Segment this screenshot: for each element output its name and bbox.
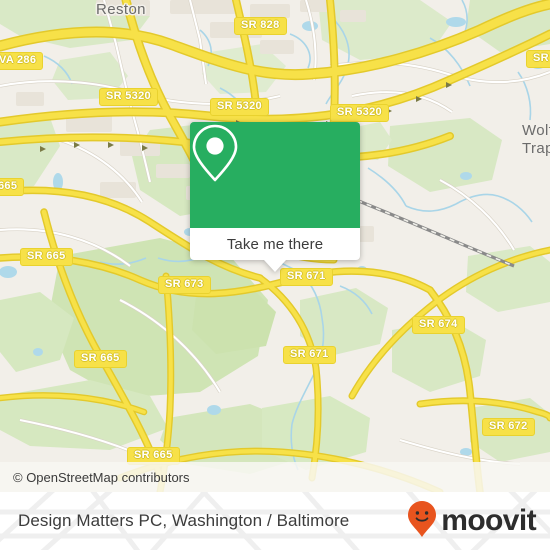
moovit-brand[interactable]: moovit [407, 492, 537, 550]
location-popup-card[interactable]: Take me there [190, 122, 360, 272]
road-shield[interactable]: SR 7 [526, 50, 550, 68]
road-shield[interactable]: SR 672 [482, 418, 535, 436]
road-shield[interactable]: SR 665 [74, 350, 127, 368]
page-title: Design Matters PC, Washington / Baltimor… [18, 492, 349, 550]
road-shield[interactable]: 665 [0, 178, 25, 196]
place-label-trap: Trap [522, 140, 550, 157]
place-label-wolf: Wolf [522, 122, 550, 139]
road-shield[interactable]: SR 5320 [99, 88, 158, 106]
moovit-map-screenshot: Reston Wolf Trap SR 828 SR 7 VA 286 SR 5… [0, 0, 550, 550]
map-canvas[interactable]: Reston Wolf Trap SR 828 SR 7 VA 286 SR 5… [0, 0, 550, 492]
take-me-there-label: Take me there [226, 235, 324, 253]
bottom-bar: Design Matters PC, Washington / Baltimor… [0, 492, 550, 550]
road-shield[interactable]: SR 665 [20, 248, 73, 266]
road-shield[interactable]: SR 671 [280, 268, 333, 286]
page-title-text: Design Matters PC, Washington / Baltimor… [18, 511, 350, 530]
road-shield[interactable]: SR 673 [158, 276, 211, 294]
road-shield[interactable]: SR 674 [412, 316, 465, 334]
popup-pointer [264, 260, 286, 272]
road-shield[interactable]: SR 5320 [330, 104, 389, 122]
osm-attribution-text: © OpenStreetMap contributors [13, 469, 190, 485]
road-shield[interactable]: SR 828 [234, 17, 287, 35]
popup-header [190, 122, 360, 228]
road-shield[interactable]: VA 286 [0, 52, 44, 70]
map-attribution: © OpenStreetMap contributors [0, 462, 550, 492]
road-shield[interactable]: SR 671 [283, 346, 336, 364]
place-label-reston: Reston [96, 1, 146, 18]
moovit-wordmark: moovit [441, 504, 536, 537]
road-shield[interactable]: SR 5320 [210, 98, 269, 116]
moovit-smiley-pin-icon [407, 500, 437, 543]
take-me-there-button[interactable]: Take me there [190, 228, 360, 260]
